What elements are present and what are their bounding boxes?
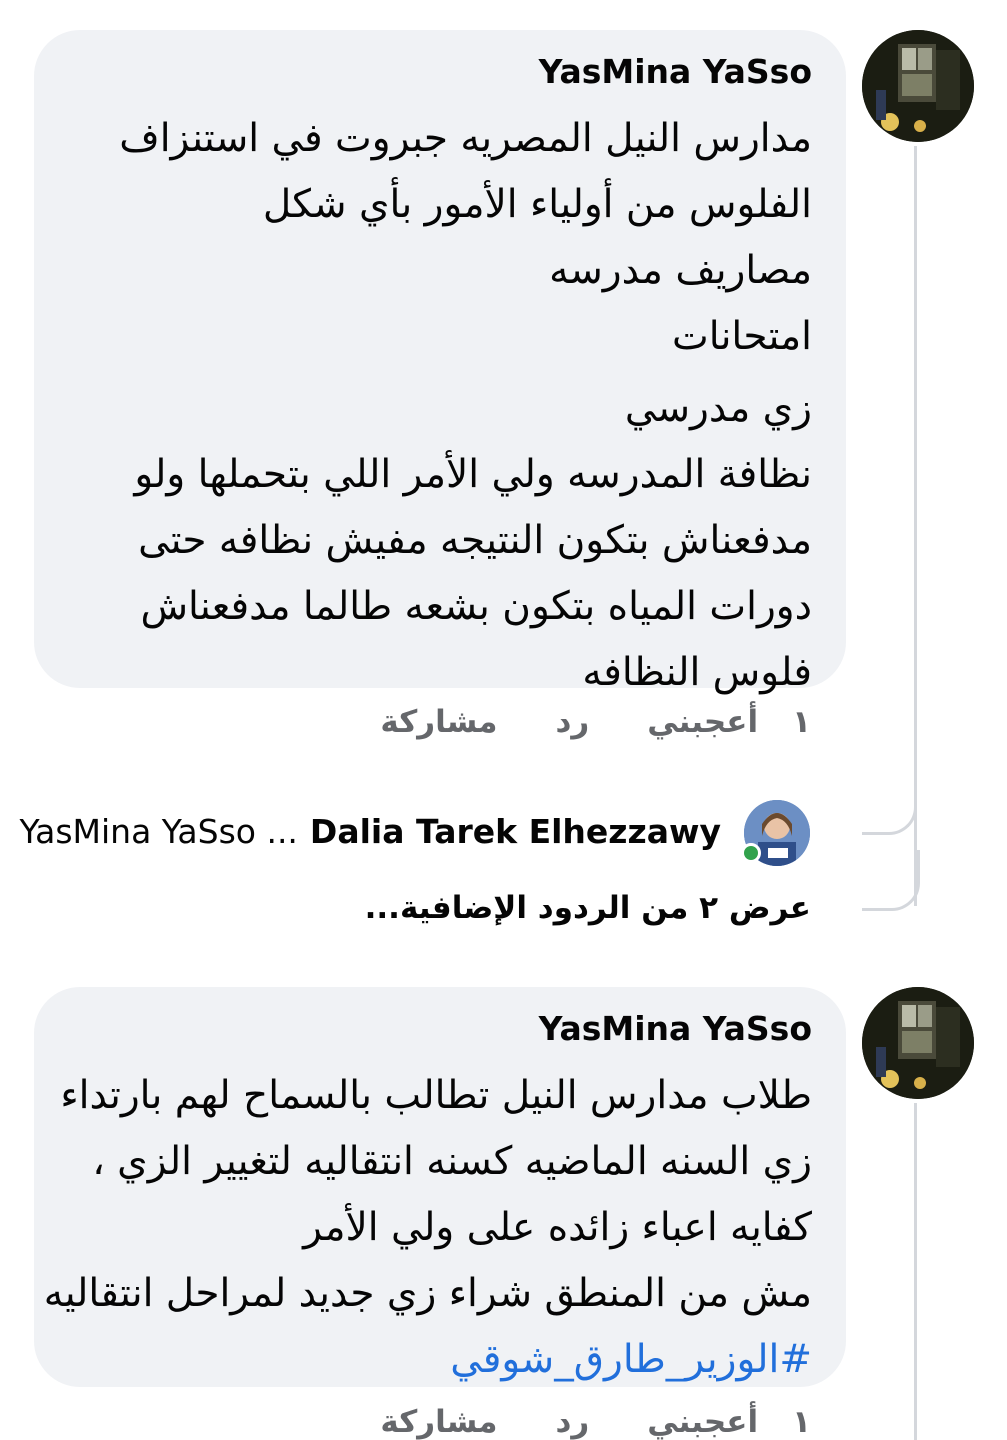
reply-button[interactable]: رد — [555, 1404, 589, 1440]
comment-body: طلاب مدارس النيل تطالب بالسماح لهم بارتد… — [43, 1063, 812, 1393]
comment-actions: ١ أعجبني رد مشاركة — [322, 1404, 811, 1440]
thread-line-branch-more — [862, 850, 920, 911]
like-count[interactable]: ١ — [792, 704, 811, 740]
comment-bubble: YasMina YaSso مدارس النيل المصريه جبروت … — [34, 30, 846, 695]
comment-body: مدارس النيل المصريه جبروت في استنزاف الف… — [74, 106, 812, 706]
comment-line: مدارس النيل المصريه جبروت في استنزاف — [119, 116, 812, 161]
like-button[interactable]: أعجبني — [647, 704, 758, 740]
comment-line: فلوس النظافه — [582, 650, 812, 695]
thread-line-branch — [862, 770, 917, 835]
reply-author[interactable]: Dalia Tarek Elhezzawy — [310, 812, 721, 851]
reply-preview[interactable]: YasMina YaSso ... Dalia Tarek Elhezzawy — [20, 812, 722, 851]
share-button[interactable]: مشاركة — [380, 704, 497, 740]
avatar-photo-icon — [862, 30, 974, 142]
reply-button[interactable]: رد — [555, 704, 589, 740]
comment-line: مدفعناش بتكون النتيجه مفيش نظافه حتى — [138, 518, 812, 563]
comment-line: مصاريف مدرسه — [549, 248, 812, 293]
avatar[interactable] — [862, 30, 974, 142]
thread-line-vertical — [914, 1103, 917, 1440]
online-status-icon — [741, 843, 761, 863]
comment-line: مش من المنطق شراء زي جديد لمراحل انتقالي… — [43, 1271, 812, 1316]
comment-line: طلاب مدارس النيل تطالب بالسماح لهم بارتد… — [60, 1073, 812, 1118]
avatar[interactable] — [862, 987, 974, 1099]
comment-line: دورات المياه بتكون بشعه طالما مدفعناش — [140, 584, 812, 629]
like-button[interactable]: أعجبني — [647, 1404, 758, 1440]
comment-author[interactable]: YasMina YaSso — [74, 52, 812, 92]
comment-line: زي مدرسي — [624, 386, 812, 431]
comment-line: امتحانات — [671, 314, 812, 359]
share-button[interactable]: مشاركة — [380, 1404, 497, 1440]
comment-line: الفلوس من أولياء الأمور بأي شكل — [262, 182, 812, 227]
hashtag-link[interactable]: #الوزير_طارق_شوقي — [74, 1327, 812, 1393]
comment-line: كفايه اعباء زائده على ولي الأمر — [303, 1205, 812, 1250]
comment-actions: ١ أعجبني رد مشاركة — [322, 704, 811, 740]
like-count[interactable]: ١ — [792, 1404, 811, 1440]
avatar-photo-icon — [862, 987, 974, 1099]
reply-preview-text: YasMina YaSso ... — [19, 812, 298, 851]
comment-bubble: YasMina YaSso طلاب مدارس النيل تطالب بال… — [34, 987, 846, 1387]
view-more-replies-link[interactable]: عرض ٢ من الردود الإضافية... — [365, 890, 811, 926]
comment-author[interactable]: YasMina YaSso — [74, 1009, 812, 1049]
comment-line: زي السنه الماضيه كسنه انتقاليه لتغيير ال… — [92, 1139, 812, 1184]
comment-line: نظافة المدرسه ولي الأمر اللي بتحملها ولو — [134, 452, 812, 497]
